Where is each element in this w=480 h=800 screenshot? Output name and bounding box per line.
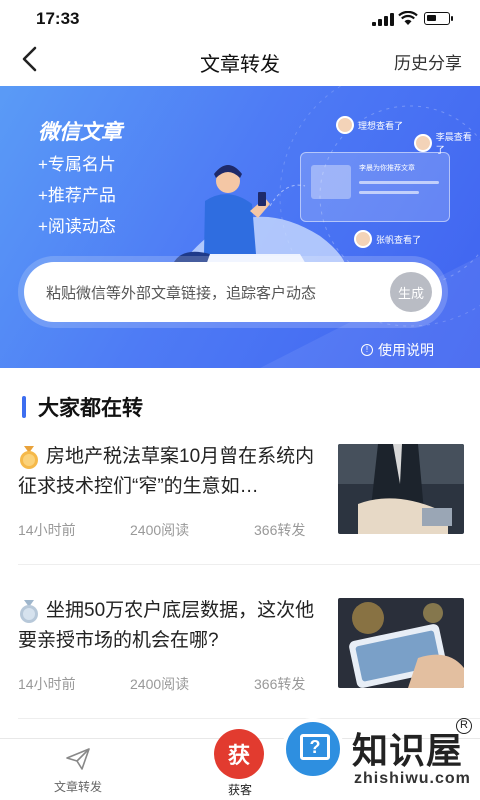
tab-article-forward[interactable]: 文章转发 bbox=[50, 747, 106, 795]
battery-icon bbox=[424, 12, 453, 25]
link-input-placeholder: 粘贴微信等外部文章链接，追踪客户动态 bbox=[46, 285, 317, 302]
section-accent-bar bbox=[22, 396, 26, 418]
banner-headline: 微信文章 bbox=[38, 121, 122, 144]
nav-bar: 文章转发 历史分享 bbox=[0, 38, 480, 84]
card-text: 李晨为你推荐文章 bbox=[359, 165, 415, 172]
article-shares: 366转发 bbox=[254, 676, 306, 692]
paper-plane-icon bbox=[66, 748, 90, 770]
article-reads: 2400阅读 bbox=[130, 676, 190, 692]
article-reads: 2400阅读 bbox=[130, 522, 190, 538]
article-shares: 366转发 bbox=[254, 522, 306, 538]
viewer-text: 张帆查看了 bbox=[376, 234, 422, 245]
section-title: 大家都在转 bbox=[38, 397, 143, 420]
article-title: 房地产税法草案10月曾在系统内征求技术控们“窄”的生意如… bbox=[18, 446, 315, 497]
article-thumbnail bbox=[338, 598, 464, 688]
section-header: 大家都在转 bbox=[22, 392, 143, 422]
registered-mark: R bbox=[456, 718, 472, 734]
tab-get-customers[interactable]: 获 获客 bbox=[212, 729, 268, 799]
info-icon: ! bbox=[361, 344, 373, 356]
avatar bbox=[336, 116, 354, 134]
viewer-tag: 张帆查看了 bbox=[354, 230, 421, 248]
article-time: 14小时前 bbox=[18, 522, 76, 538]
tab-label: 文章转发 bbox=[53, 780, 102, 794]
article-thumbnail bbox=[338, 444, 464, 534]
card-line bbox=[359, 181, 439, 184]
banner-feature: +推荐产品 bbox=[38, 186, 116, 205]
viewer-text: 李晨查看了 bbox=[435, 132, 472, 155]
usage-help-label: 使用说明 bbox=[378, 342, 434, 358]
usage-help-link[interactable]: ! 使用说明 bbox=[361, 340, 434, 360]
wifi-icon bbox=[398, 11, 418, 25]
viewer-tag: 李晨查看了 bbox=[414, 130, 480, 156]
divider bbox=[18, 564, 480, 565]
image-placeholder-icon bbox=[311, 165, 351, 199]
article-preview-card: 李晨为你推荐文章 bbox=[300, 152, 450, 222]
avatar bbox=[354, 230, 372, 248]
watermark-text: 知识屋 bbox=[352, 730, 464, 771]
monitor-question-icon: ? bbox=[282, 718, 344, 780]
avatar bbox=[414, 134, 432, 152]
history-share-button[interactable]: 历史分享 bbox=[394, 49, 462, 74]
status-bar: 17:33 bbox=[0, 0, 480, 38]
article-title: 坐拥50万农户底层数据，这次他要亲授市场的机会在哪? bbox=[18, 600, 315, 651]
article-item[interactable]: 房地产税法草案10月曾在系统内征求技术控们“窄”的生意如… 14小时前 2400… bbox=[0, 440, 480, 582]
banner-feature: +专属名片 bbox=[38, 155, 116, 174]
signal-icon bbox=[372, 13, 394, 26]
tab-label: 获客 bbox=[227, 783, 252, 797]
watermark-logo: ? 知识屋 R zhishiwu.com bbox=[278, 712, 480, 800]
banner: 微信文章 +专属名片 +推荐产品 +阅读动态 李晨为你推荐文章 理想查看了 李晨… bbox=[0, 86, 480, 368]
viewer-tag: 理想查看了 bbox=[336, 116, 403, 134]
viewer-text: 理想查看了 bbox=[358, 120, 404, 131]
status-time: 17:33 bbox=[36, 9, 80, 28]
article-time: 14小时前 bbox=[18, 676, 76, 692]
banner-feature: +阅读动态 bbox=[38, 217, 116, 236]
card-line bbox=[359, 191, 419, 194]
page: 17:33 文章转发 历史分享 微信文章 +专属名片 +推荐产品 +阅读动态 李… bbox=[0, 0, 480, 800]
get-customers-icon: 获 bbox=[214, 729, 264, 779]
link-input[interactable]: 粘贴微信等外部文章链接，追踪客户动态 生成 bbox=[24, 262, 442, 322]
watermark-url: zhishiwu.com bbox=[354, 770, 471, 787]
generate-button[interactable]: 生成 bbox=[390, 272, 432, 312]
